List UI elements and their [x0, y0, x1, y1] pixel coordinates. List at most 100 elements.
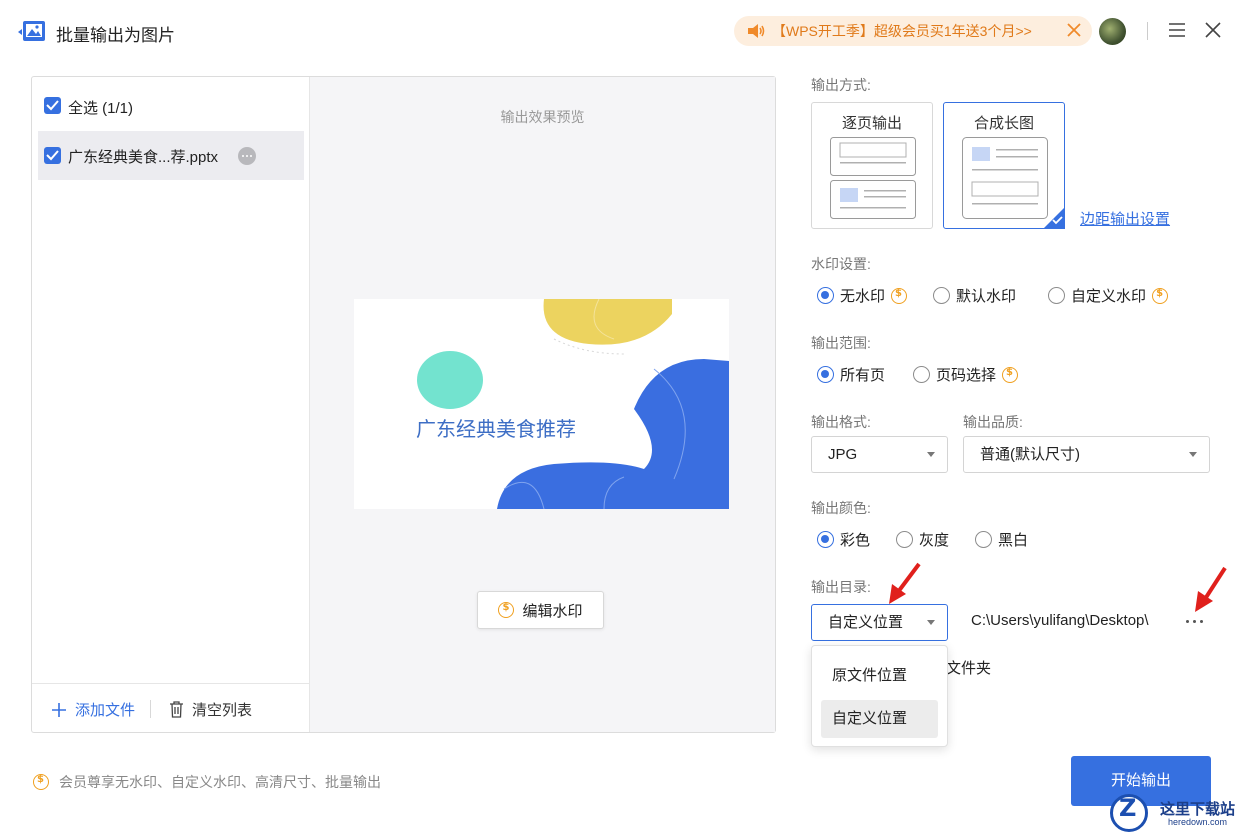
format-select[interactable]: JPG — [811, 436, 948, 473]
add-file-label: 添加文件 — [75, 702, 136, 719]
radio-page-select[interactable]: 页码选择 — [913, 364, 1019, 385]
radio-label: 自定义水印 — [1071, 288, 1147, 305]
radio-label: 彩色 — [840, 532, 871, 549]
menu-icon[interactable] — [1168, 22, 1186, 38]
color-options: 彩色 灰度 黑白 — [817, 529, 1028, 550]
user-avatar[interactable] — [1099, 18, 1126, 45]
output-quality-label: 输出品质: — [963, 414, 1023, 430]
speaker-icon — [748, 24, 765, 38]
edit-watermark-button[interactable]: 编辑水印 — [477, 591, 604, 629]
browse-more-icon[interactable] — [1186, 620, 1206, 626]
premium-coin-icon — [1002, 366, 1019, 383]
format-value: JPG — [828, 446, 858, 463]
footer-divider — [150, 700, 151, 718]
radio-all-pages[interactable]: 所有页 — [817, 364, 885, 385]
dir-dropdown-menu: 原文件位置 自定义位置 — [811, 645, 948, 747]
radio-no-watermark[interactable]: 无水印 — [817, 285, 908, 306]
output-dir-label: 输出目录: — [811, 579, 871, 595]
mode-card-long-image[interactable]: 合成长图 — [943, 102, 1065, 229]
radio-label: 黑白 — [998, 532, 1029, 549]
member-note: 会员尊享无水印、自定义水印、高清尺寸、批量输出 — [33, 772, 381, 792]
clear-list-label: 清空列表 — [192, 702, 253, 719]
dir-select[interactable]: 自定义位置 — [811, 604, 948, 641]
radio-button[interactable] — [913, 366, 931, 383]
radio-grayscale[interactable]: 灰度 — [896, 529, 949, 550]
radio-button[interactable] — [817, 287, 834, 304]
promo-banner[interactable]: 【WPS开工季】超级会员买1年送3个月>> — [734, 16, 1092, 46]
radio-button[interactable] — [817, 366, 834, 383]
checkmark-icon — [46, 150, 59, 161]
radio-label: 默认水印 — [956, 288, 1017, 305]
select-all-label[interactable]: 全选 (1/1) — [68, 97, 133, 118]
output-color-label: 输出颜色: — [811, 500, 871, 516]
dir-path: C:\Users\yulifang\Desktop\ — [971, 612, 1149, 629]
slide-title: 广东经典美食推荐 — [416, 419, 576, 441]
promo-text[interactable]: 【WPS开工季】超级会员买1年送3个月>> — [772, 21, 1032, 41]
radio-button[interactable] — [817, 531, 834, 548]
premium-coin-icon — [1152, 287, 1169, 304]
radio-button[interactable] — [896, 531, 914, 548]
mode-card-per-page[interactable]: 逐页输出 — [811, 102, 933, 229]
radio-label: 页码选择 — [936, 367, 997, 384]
radio-black-white[interactable]: 黑白 — [975, 529, 1028, 550]
select-all-checkbox[interactable] — [44, 97, 61, 114]
window-title: 批量输出为图片 — [56, 26, 175, 45]
mode-label: 逐页输出 — [841, 115, 902, 132]
radio-label: 灰度 — [919, 532, 950, 549]
logo-z-mark: Z — [1119, 794, 1137, 822]
quality-select[interactable]: 普通(默认尺寸) — [963, 436, 1210, 473]
more-options-icon[interactable] — [238, 147, 256, 165]
radio-color[interactable]: 彩色 — [817, 529, 870, 550]
dir-select-value: 自定义位置 — [828, 614, 904, 631]
radio-label: 无水印 — [840, 288, 886, 305]
long-image-thumbnail-icon — [962, 137, 1048, 219]
logo-cn-text: 这里下载站 — [1160, 800, 1236, 818]
margin-settings-link[interactable]: 边距输出设置 — [1080, 208, 1170, 229]
image-app-icon — [18, 21, 45, 41]
premium-coin-icon — [33, 774, 49, 790]
close-icon[interactable] — [1205, 22, 1221, 38]
promo-close-icon[interactable] — [1066, 22, 1082, 38]
preview-pane: 输出效果预览 广东经典美食推荐 编辑水印 — [310, 77, 775, 732]
premium-coin-icon — [498, 602, 515, 618]
radio-default-watermark[interactable]: 默认水印 — [933, 285, 1016, 306]
file-list-item[interactable]: 广东经典美食...荐.pptx — [38, 131, 304, 180]
site-watermark-logo: Z 这里下载站 heredown.com — [1110, 792, 1240, 832]
slide-decoration — [417, 299, 729, 509]
per-page-thumbnail-icon — [830, 137, 916, 219]
chevron-down-icon — [927, 620, 935, 625]
radio-custom-watermark[interactable]: 自定义水印 — [1048, 285, 1169, 306]
file-checkbox[interactable] — [44, 147, 61, 164]
radio-label: 所有页 — [840, 367, 886, 384]
radio-button[interactable] — [1048, 287, 1066, 304]
logo-en-text: heredown.com — [1168, 817, 1228, 827]
file-list-pane: 全选 (1/1) 广东经典美食...荐.pptx 添加文件 清空列表 — [32, 77, 310, 732]
add-file-button[interactable]: 添加文件 — [51, 699, 135, 720]
slide-preview: 广东经典美食推荐 — [354, 299, 729, 509]
plus-icon — [52, 702, 66, 717]
dropdown-item-source-location[interactable]: 原文件位置 — [821, 657, 938, 695]
title-divider — [1147, 22, 1148, 40]
trash-icon — [170, 701, 183, 718]
dropdown-item-custom-location[interactable]: 自定义位置 — [821, 700, 938, 738]
quality-value: 普通(默认尺寸) — [980, 446, 1080, 463]
annotation-arrow-icon — [889, 562, 921, 604]
clear-list-button[interactable]: 清空列表 — [169, 699, 252, 720]
annotation-arrow-icon — [1195, 566, 1227, 612]
main-panel: 全选 (1/1) 广东经典美食...荐.pptx 添加文件 清空列表 输出效果预… — [31, 76, 776, 733]
radio-button[interactable] — [933, 287, 951, 304]
watermark-settings-label: 水印设置: — [811, 256, 871, 272]
edit-watermark-label: 编辑水印 — [522, 602, 583, 620]
output-format-label: 输出格式: — [811, 414, 871, 430]
output-range-label: 输出范围: — [811, 335, 871, 351]
radio-button[interactable] — [975, 531, 993, 548]
title-bar: 批量输出为图片 【WPS开工季】超级会员买1年送3个月>> — [0, 0, 1242, 62]
chevron-down-icon — [1189, 452, 1197, 457]
file-list-footer: 添加文件 清空列表 — [32, 683, 310, 732]
watermark-options: 无水印 默认水印 自定义水印 — [817, 285, 1169, 306]
chevron-down-icon — [927, 452, 935, 457]
preview-title: 输出效果预览 — [500, 109, 585, 125]
selected-check-icon — [1043, 207, 1065, 229]
partially-hidden-folder-text: 文件夹 — [946, 660, 992, 677]
member-note-text: 会员尊享无水印、自定义水印、高清尺寸、批量输出 — [59, 774, 381, 790]
